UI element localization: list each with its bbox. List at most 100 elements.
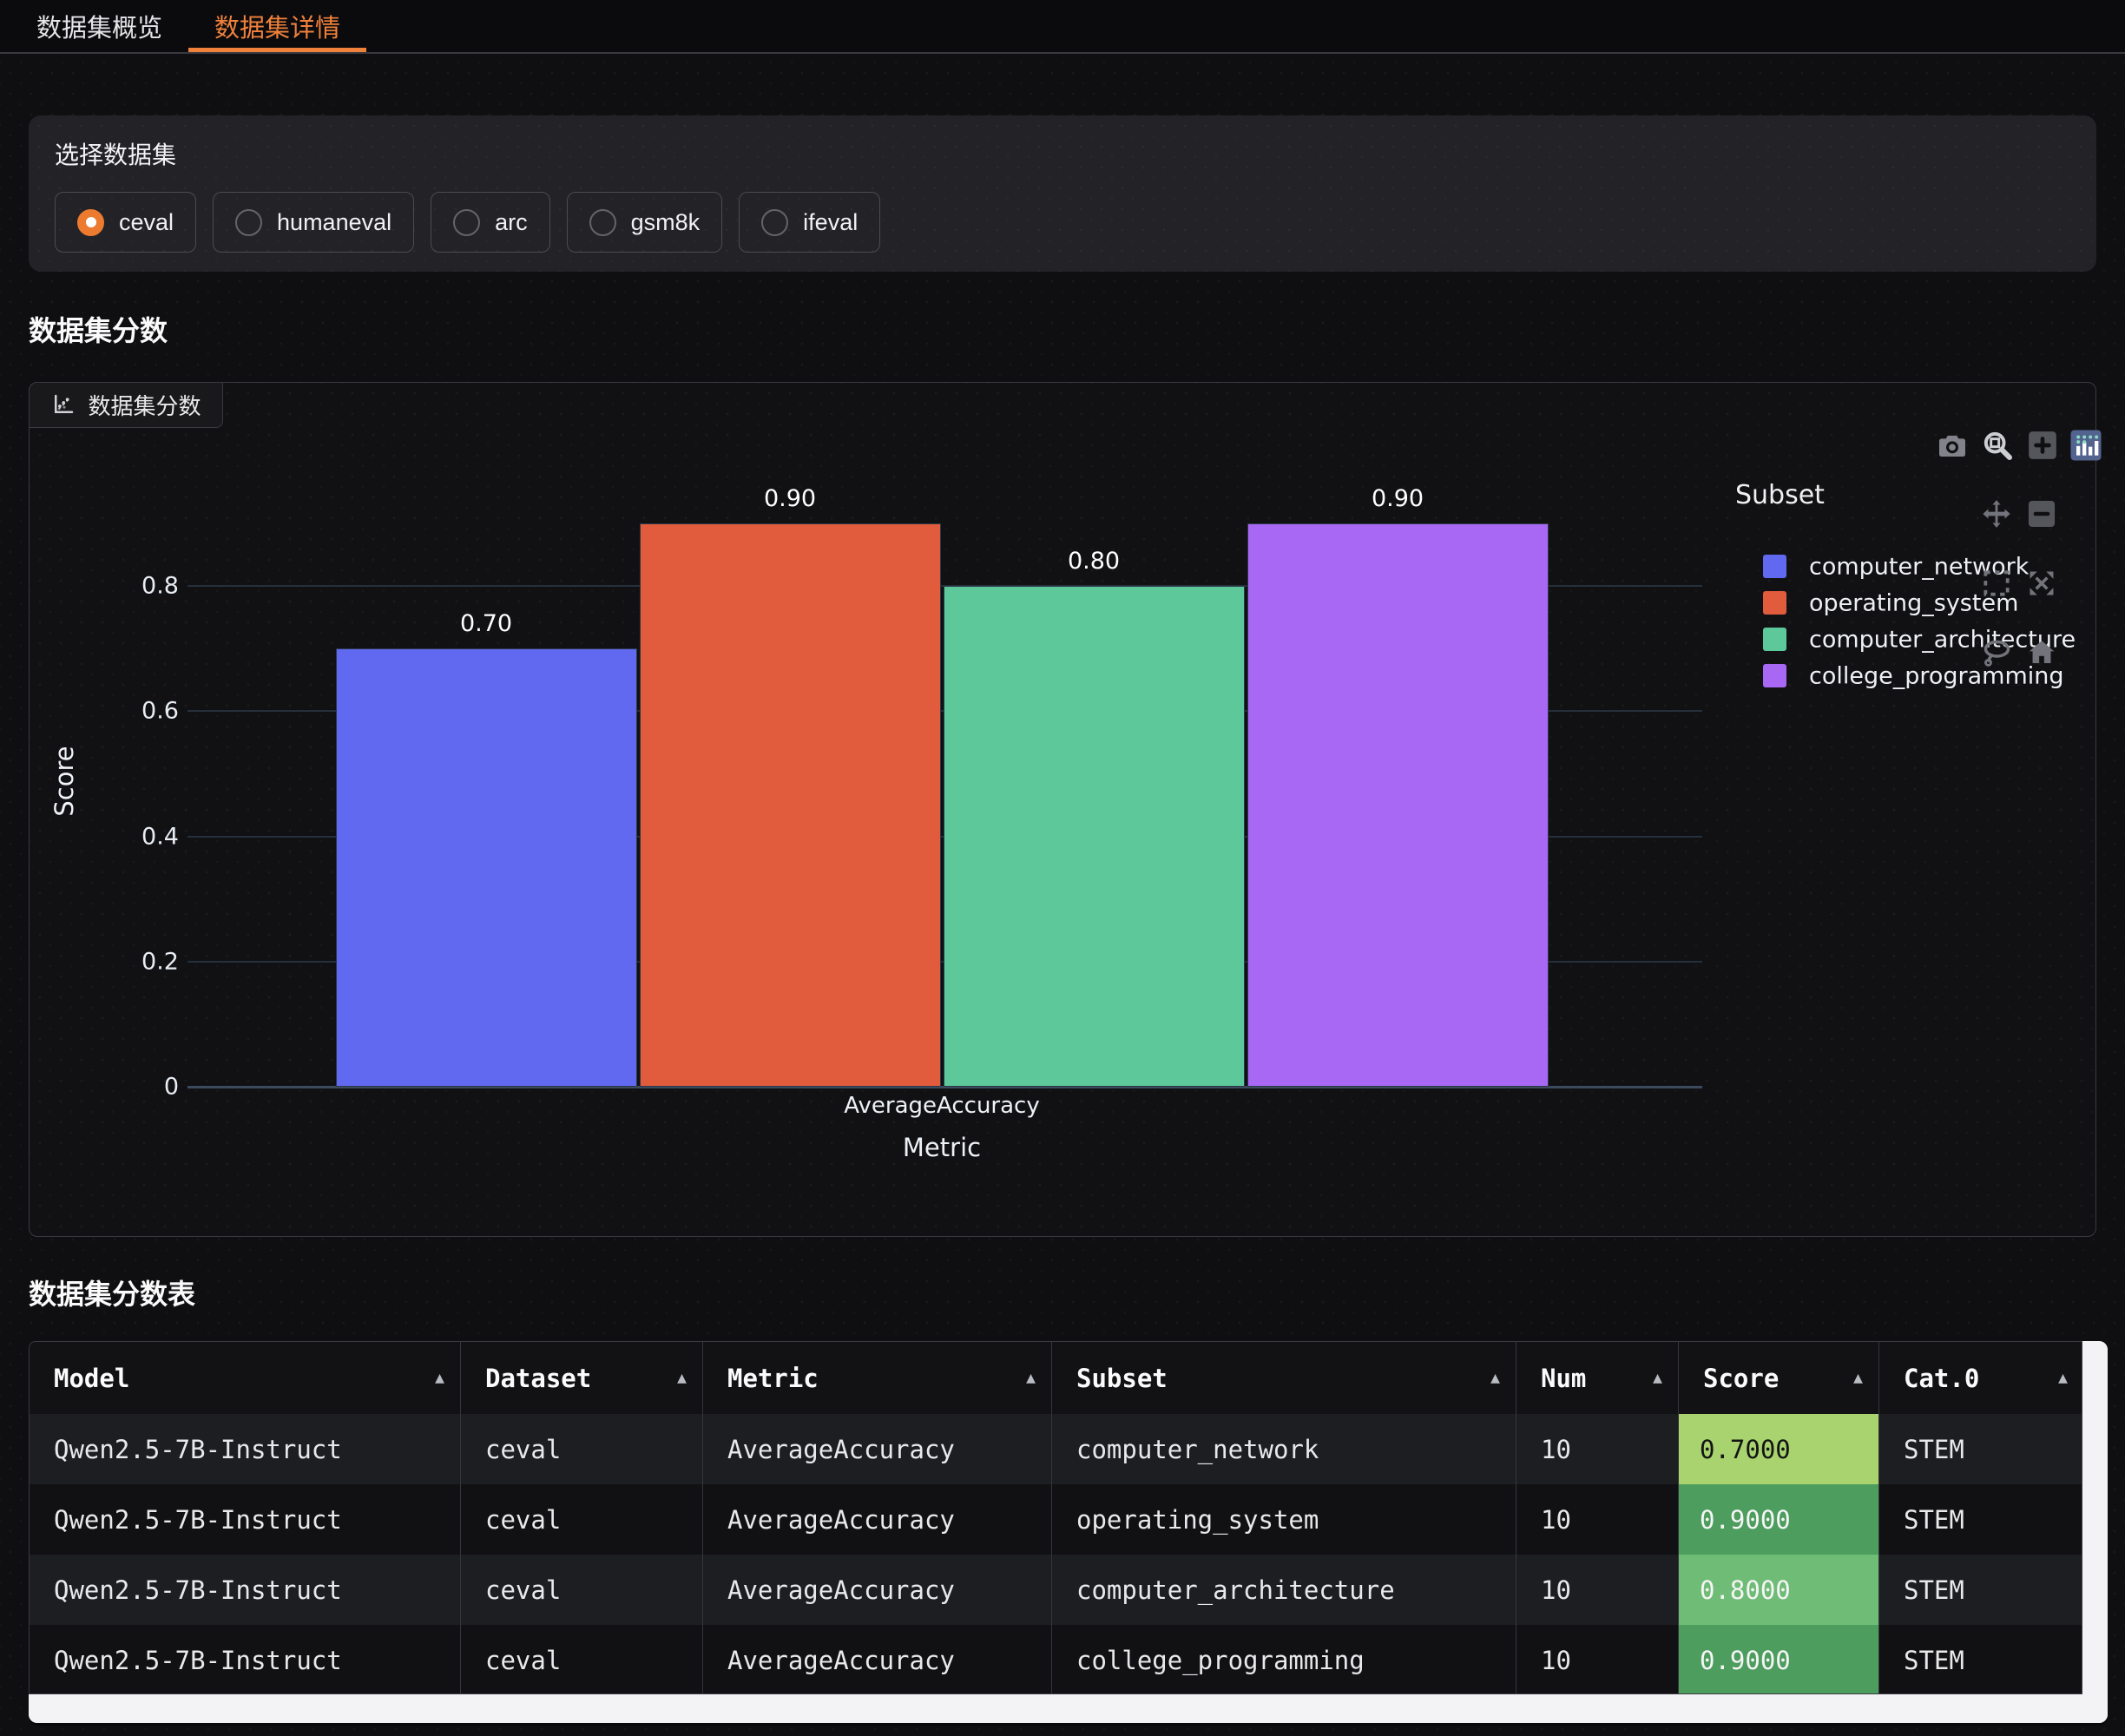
box-select-icon[interactable]	[1980, 567, 2013, 600]
column-header-label: Cat.0	[1904, 1364, 1979, 1393]
table-row: Qwen2.5-7B-InstructcevalAverageAccuracyo…	[30, 1484, 2082, 1555]
table-cell: Qwen2.5-7B-Instruct	[30, 1555, 460, 1625]
y-tick-label: 0.4	[66, 823, 179, 850]
zoom-out-icon[interactable]	[2025, 497, 2058, 530]
legend-swatch-computer_architecture[interactable]	[1763, 628, 1786, 651]
y-axis-title: Score	[49, 694, 79, 868]
table-row: Qwen2.5-7B-InstructcevalAverageAccuracyc…	[30, 1555, 2082, 1625]
column-header-model[interactable]: Model ▲	[30, 1342, 460, 1414]
sort-ascending-icon[interactable]: ▲	[1026, 1369, 1051, 1387]
reset-home-icon[interactable]	[2025, 636, 2058, 669]
table-cell: AverageAccuracy	[702, 1414, 1051, 1484]
chart-panel-tab-label: 数据集分数	[89, 389, 201, 421]
plotly-logo-icon[interactable]	[2069, 428, 2103, 463]
zoom-in-icon[interactable]	[2025, 428, 2060, 463]
table-cell: STEM	[1878, 1414, 2082, 1484]
camera-icon[interactable]	[1935, 428, 1970, 463]
table-cell: Qwen2.5-7B-Instruct	[30, 1484, 460, 1555]
column-header-score[interactable]: Score▲	[1678, 1342, 1878, 1414]
table-cell: computer_architecture	[1051, 1555, 1516, 1625]
sort-ascending-icon[interactable]: ▲	[435, 1369, 460, 1387]
legend-swatch-operating_system[interactable]	[1763, 591, 1786, 615]
dataset-option-label: arc	[495, 209, 528, 236]
pan-icon[interactable]	[1980, 497, 2013, 530]
dataset-option-humaneval[interactable]: humaneval	[213, 192, 414, 253]
bar-value-label: 0.80	[944, 548, 1245, 575]
table-cell: 10	[1516, 1484, 1678, 1555]
table-cell: operating_system	[1051, 1484, 1516, 1555]
table-cell: ceval	[460, 1484, 702, 1555]
bar-value-label: 0.90	[640, 485, 941, 512]
bar-computer_architecture[interactable]	[944, 586, 1245, 1087]
radio-unselected-icon	[453, 209, 480, 236]
table-cell: Qwen2.5-7B-Instruct	[30, 1414, 460, 1484]
sort-ascending-icon[interactable]: ▲	[1653, 1369, 1678, 1387]
table-cell: 10	[1516, 1414, 1678, 1484]
sort-ascending-icon[interactable]: ▲	[1490, 1369, 1516, 1387]
bar-college_programming[interactable]	[1247, 523, 1549, 1087]
table-cell: 10	[1516, 1555, 1678, 1625]
table-cell: computer_network	[1051, 1414, 1516, 1484]
score-cell: 0.9000	[1678, 1484, 1878, 1555]
x-tick-label: AverageAccuracy	[681, 1093, 1202, 1119]
tab-dataset-overview[interactable]: 数据集概览	[10, 0, 188, 52]
scatter-chart-icon	[50, 391, 76, 418]
scores-table: Model▲Dataset▲Metric▲Subset▲Num▲Score▲Ca…	[29, 1341, 2082, 1694]
legend-swatch-computer_network[interactable]	[1763, 555, 1786, 578]
score-cell: 0.8000	[1678, 1555, 1878, 1625]
column-header-num[interactable]: Num▲	[1516, 1342, 1678, 1414]
table-cell: AverageAccuracy	[702, 1555, 1051, 1625]
dataset-option-gsm8k[interactable]: gsm8k	[567, 192, 723, 253]
tabbar: 数据集概览 数据集详情	[0, 0, 2125, 54]
chart-panel: 数据集分数 00.20.40.60.80.700.900.800.90Avera…	[29, 382, 2096, 1237]
table-cell: AverageAccuracy	[702, 1625, 1051, 1694]
legend-swatch-college_programming[interactable]	[1763, 664, 1786, 687]
sort-ascending-icon[interactable]: ▲	[1853, 1369, 1878, 1387]
tab-dataset-details[interactable]: 数据集详情	[188, 0, 366, 52]
bar-operating_system[interactable]	[640, 523, 941, 1087]
column-header-label: Dataset	[485, 1364, 591, 1393]
column-header-label: Model	[54, 1364, 129, 1393]
score-cell: 0.7000	[1678, 1414, 1878, 1484]
table-header-row: Model▲Dataset▲Metric▲Subset▲Num▲Score▲Ca…	[30, 1342, 2082, 1414]
table-cell: ceval	[460, 1625, 702, 1694]
sort-ascending-icon[interactable]: ▲	[677, 1369, 702, 1387]
sort-ascending-icon[interactable]: ▲	[2058, 1369, 2082, 1387]
dataset-selector-panel: 选择数据集 cevalhumanevalarcgsm8kifeval	[29, 115, 2096, 272]
bar-value-label: 0.70	[336, 610, 637, 637]
column-header-subset[interactable]: Subset ▲	[1051, 1342, 1516, 1414]
column-header-label: Subset	[1076, 1364, 1168, 1393]
chart-panel-tab[interactable]: 数据集分数	[29, 382, 223, 428]
table-row: Qwen2.5-7B-InstructcevalAverageAccuracyc…	[30, 1625, 2082, 1694]
legend-title: Subset	[1735, 480, 1825, 510]
table-cell: STEM	[1878, 1625, 2082, 1694]
column-header-dataset[interactable]: Dataset ▲	[460, 1342, 702, 1414]
dataset-option-arc[interactable]: arc	[431, 192, 550, 253]
table-cell: STEM	[1878, 1484, 2082, 1555]
dataset-option-label: humaneval	[277, 209, 391, 236]
score-cell: 0.9000	[1678, 1625, 1878, 1694]
radio-selected-icon	[77, 209, 104, 236]
chart-section-title: 数据集分数	[29, 309, 168, 349]
box-zoom-icon[interactable]	[1980, 428, 2015, 463]
x-axis-title: Metric	[681, 1133, 1202, 1162]
table-horizontal-scrollbar[interactable]	[29, 1694, 2108, 1723]
table-cell: ceval	[460, 1414, 702, 1484]
lasso-icon[interactable]	[1980, 636, 2013, 669]
radio-unselected-icon	[761, 209, 788, 236]
y-tick-label: 0	[66, 1074, 179, 1101]
dataset-option-label: ifeval	[803, 209, 858, 236]
column-header-metric[interactable]: Metric▲	[702, 1342, 1051, 1414]
table-vertical-scrollbar[interactable]	[2082, 1341, 2108, 1723]
table-cell: college_programming	[1051, 1625, 1516, 1694]
dataset-option-ceval[interactable]: ceval	[55, 192, 196, 253]
dataset-option-ifeval[interactable]: ifeval	[739, 192, 880, 253]
y-tick-label: 0.6	[66, 698, 179, 725]
dataset-option-label: ceval	[119, 209, 174, 236]
radio-unselected-icon	[589, 209, 616, 236]
column-header-cat-0[interactable]: Cat.0 ▲	[1878, 1342, 2082, 1414]
dataset-radio-group: ceval humaneval arc gsm8k ifeval	[55, 192, 880, 253]
table-cell: AverageAccuracy	[702, 1484, 1051, 1555]
bar-computer_network[interactable]	[336, 648, 637, 1087]
autoscale-icon[interactable]	[2025, 567, 2058, 600]
